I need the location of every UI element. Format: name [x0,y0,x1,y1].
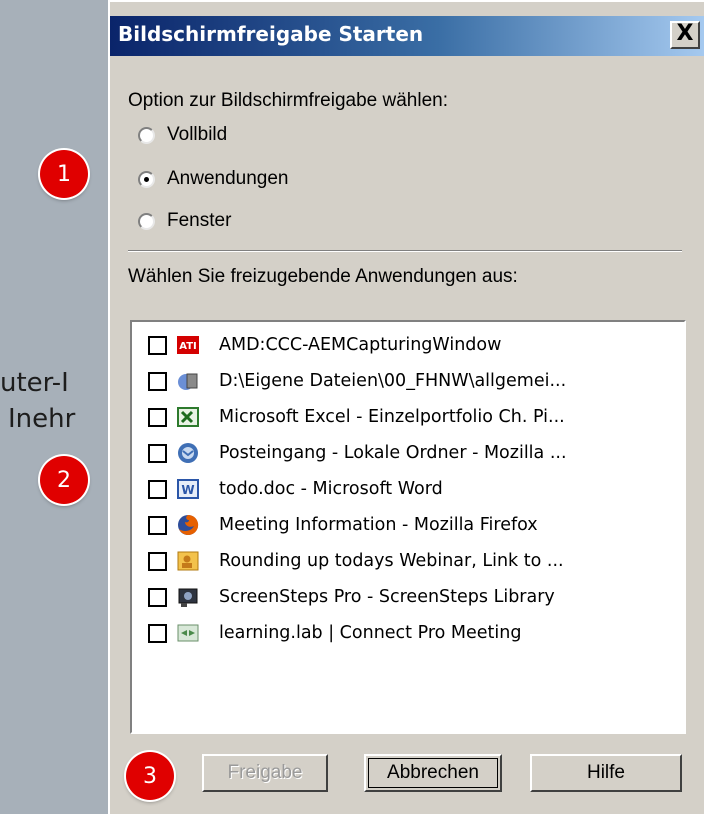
annotation-marker-1: 1 [40,150,88,198]
excel-icon [177,406,199,428]
app-checkbox[interactable] [148,479,167,499]
app-label: Posteingang - Lokale Ordner - Mozilla ..… [219,443,567,463]
app-checkbox[interactable] [148,371,167,391]
background-text-line2: Inehr [8,404,76,434]
dialog-title: Bildschirmfreigabe Starten [118,22,424,46]
radio-applications-label: Anwendungen [167,168,289,189]
annotation-marker-3: 3 [126,752,174,800]
screensteps-icon [177,586,199,608]
app-label: todo.doc - Microsoft Word [219,479,443,499]
app-checkbox[interactable] [148,587,167,607]
app-checkbox[interactable] [148,407,167,427]
list-item[interactable]: Posteingang - Lokale Ordner - Mozilla ..… [148,438,567,468]
app-label: D:\Eigene Dateien\00_FHNW\allgemei... [219,371,567,391]
app-checkbox[interactable] [148,623,167,643]
radio-fullscreen-button[interactable] [138,126,155,144]
annotation-marker-2: 2 [40,456,88,504]
radio-window[interactable]: Fenster [138,208,231,234]
outlook-icon [177,550,199,572]
radio-fullscreen[interactable]: Vollbild [138,122,227,148]
separator [128,250,682,252]
thunderbird-icon [177,442,199,464]
share-screen-dialog: Bildschirmfreigabe Starten X Option zur … [108,0,704,814]
list-item[interactable]: W todo.doc - Microsoft Word [148,474,443,504]
list-item[interactable]: Rounding up todays Webinar, Link to ... [148,546,564,576]
svg-text:W: W [181,483,194,497]
radio-window-label: Fenster [167,210,232,231]
list-item[interactable]: ScreenSteps Pro - ScreenSteps Library [148,582,555,612]
option-prompt: Option zur Bildschirmfreigabe wählen: [128,90,448,111]
app-label: Microsoft Excel - Einzelportfolio Ch. Pi… [219,407,565,427]
radio-applications-button[interactable] [138,170,155,188]
dialog-titlebar[interactable]: Bildschirmfreigabe Starten X [110,16,704,56]
list-item[interactable]: Microsoft Excel - Einzelportfolio Ch. Pi… [148,402,565,432]
word-icon: W [177,478,199,500]
radio-applications[interactable]: Anwendungen [138,166,289,192]
share-button[interactable]: Freigabe [202,754,328,792]
app-label: learning.lab | Connect Pro Meeting [219,623,522,643]
firefox-icon [177,514,199,536]
app-label: Rounding up todays Webinar, Link to ... [219,551,564,571]
help-button[interactable]: Hilfe [530,754,682,792]
list-item[interactable]: learning.lab | Connect Pro Meeting [148,618,521,648]
app-label: ScreenSteps Pro - ScreenSteps Library [219,587,555,607]
radio-fullscreen-label: Vollbild [167,124,228,145]
cancel-button[interactable]: Abbrechen [364,754,502,792]
close-button[interactable]: X [670,21,700,49]
app-checkbox[interactable] [148,335,167,355]
ati-icon: ATI [177,334,199,356]
radio-window-button[interactable] [138,212,155,230]
app-checkbox[interactable] [148,515,167,535]
apps-prompt: Wählen Sie freizugebende Anwendungen aus… [128,266,518,287]
list-item[interactable]: D:\Eigene Dateien\00_FHNW\allgemei... [148,366,566,396]
app-label: Meeting Information - Mozilla Firefox [219,515,538,535]
background-text-line1: uter-I [0,368,69,398]
app-label: AMD:CCC-AEMCapturingWindow [219,335,502,355]
connect-pro-icon [177,622,199,644]
app-checkbox[interactable] [148,443,167,463]
list-item[interactable]: ATI AMD:CCC-AEMCapturingWindow [148,330,501,360]
application-list[interactable]: ATI AMD:CCC-AEMCapturingWindow D:\Eigene… [130,320,686,734]
app-checkbox[interactable] [148,551,167,571]
svg-text:ATI: ATI [179,341,197,352]
explorer-folder-icon [177,370,199,392]
list-item[interactable]: Meeting Information - Mozilla Firefox [148,510,538,540]
